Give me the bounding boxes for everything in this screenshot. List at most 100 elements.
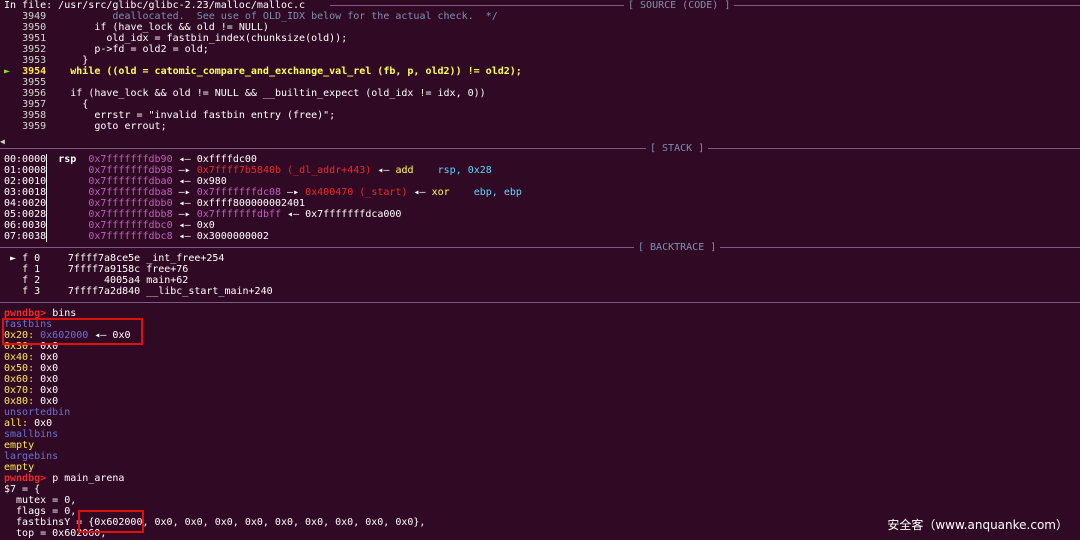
current-line-marker-icon (4, 110, 10, 121)
current-line-marker-icon: ► (4, 66, 11, 77)
stack-address: 0x7fffffffdbb0 (88, 198, 173, 209)
fastbin-row: 0x50: 0x0 (4, 363, 58, 374)
stack-offset: 07:0038 (4, 231, 47, 242)
instruction-mnemonic: add (395, 165, 414, 176)
source-line-number: 3956 (22, 88, 47, 99)
current-line-marker-icon (4, 77, 10, 88)
backtrace-frame: f 2 4005a4 main+62 (10, 275, 188, 286)
source-line-code: } (52, 55, 89, 66)
backtrace-banner-label: [ BACKTRACE ] (634, 242, 721, 253)
stack-offset: 03:0018 (4, 187, 47, 198)
watermark: 安全客（www.anquanke.com） (887, 518, 1068, 532)
current-line-marker-icon (4, 44, 10, 55)
arena-line: mutex = 0, (4, 495, 77, 506)
fastbin-size: 0x70: (4, 385, 35, 396)
source-line: 3958 errstr = "invalid fastbin entry (fr… (4, 110, 335, 121)
backtrace-frame: ► f 0 7ffff7a8ce5e _int_free+254 (10, 253, 224, 264)
frame-index: f 1 (22, 264, 41, 275)
source-line-number: 3957 (22, 99, 47, 110)
stack-offset: 06:0030 (4, 220, 47, 231)
stack-target: 0x7fffffffdbff (196, 209, 282, 220)
current-line-marker-icon (4, 55, 10, 66)
source-line-code: old_idx = fastbin_index(chunksize(old)); (52, 33, 348, 44)
frame-address: 7ffff7a8ce5e (67, 253, 141, 264)
source-line: ► 3954 while ((old = catomic_compare_and… (4, 66, 522, 77)
source-line: 3959 goto errout; (4, 121, 167, 132)
source-line: 3953 } (4, 55, 88, 66)
backtrace-frame: f 3 7ffff7a2d840 __libc_start_main+240 (10, 286, 273, 297)
source-line: 3951 old_idx = fastbin_index(chunksize(o… (4, 33, 347, 44)
frame-symbol: _int_free+254 (146, 253, 225, 264)
current-line-marker-icon (4, 88, 10, 99)
source-line-code: errstr = "invalid fastbin entry (free)"; (52, 110, 336, 121)
fastbin-value: 0x0 (40, 374, 59, 385)
stack-offset: 01:0008 (4, 165, 47, 176)
stack-row: 02:0010 0x7fffffffdba0 ◂— 0x980 (4, 176, 227, 187)
frame-index: f 3 (22, 286, 41, 297)
arena-line: flags = 0, (4, 506, 77, 517)
stack-value: ◂— 0x980 (178, 176, 227, 187)
frame-index: f 0 (22, 253, 41, 264)
stack-value: ◂— 0xffff800000002401 (178, 198, 306, 209)
stack-offset: 04:0020 (4, 198, 47, 209)
stack-row: 04:0020 0x7fffffffdbb0 ◂— 0xffff80000000… (4, 198, 305, 209)
stack-banner-rule (0, 148, 1080, 149)
source-line-number: 3950 (22, 22, 47, 33)
fastbin-row: 0x80: 0x0 (4, 396, 58, 407)
arena-line: $7 = { (4, 484, 41, 495)
frame-marker-icon (10, 264, 16, 275)
context-end-rule (0, 297, 1080, 308)
stack-row: 00:0000 rsp 0x7fffffffdb90 ◂— 0xffffdc00 (4, 154, 257, 165)
backtrace-banner: [ BACKTRACE ] (0, 242, 1080, 253)
frame-symbol: main+62 (146, 275, 189, 286)
current-line-marker-icon (4, 99, 10, 110)
source-line-number: 3953 (22, 55, 47, 66)
stack-address: 0x7fffffffdbb8 (88, 209, 173, 220)
frame-address: 7ffff7a9158c (67, 264, 141, 275)
current-line-marker-icon (4, 22, 10, 33)
stack-banner-label: [ STACK ] (646, 143, 709, 154)
frame-symbol: free+76 (146, 264, 189, 275)
stack-row: 01:0008 0x7fffffffdb98 —▸ 0x7ffff7b5840b… (4, 165, 492, 176)
stack-offset: 02:0010 (4, 176, 47, 187)
frame-address: 7ffff7a2d840 (67, 286, 141, 297)
stack-row: 06:0030 0x7fffffffdbc0 ◂— 0x0 (4, 220, 215, 231)
frame-address: 4005a4 (104, 275, 141, 286)
stack-row: 05:0028 0x7fffffffdbb8 —▸ 0x7fffffffdbff… (4, 209, 401, 220)
stack-address: 0x7fffffffdb98 (88, 165, 173, 176)
fastbin-size: 0x50: (4, 363, 35, 374)
fastbin-row: 0x70: 0x0 (4, 385, 58, 396)
source-line: 3950 if (have_lock && old != NULL) (4, 22, 269, 33)
fastbin-size: 0x40: (4, 352, 35, 363)
context-end-rule-line (0, 302, 1080, 303)
stack-row: 07:0038 0x7fffffffdbc8 ◂— 0x3000000002 (4, 231, 269, 242)
source-line-number: 3955 (22, 77, 47, 88)
frame-symbol: __libc_start_main+240 (146, 286, 273, 297)
prompt: pwndbg> (4, 473, 47, 484)
command-text: p main_arena (52, 473, 125, 484)
fastbin-value: 0x0 (40, 363, 59, 374)
source-line-code: p->fd = old2 = old; (52, 44, 209, 55)
source-line: 3955 (4, 77, 52, 88)
stack-register: rsp (58, 154, 77, 165)
source-line-number: 3952 (22, 44, 47, 55)
frame-marker-icon (10, 286, 16, 297)
instruction-mnemonic: xor (431, 187, 450, 198)
stack-value: ◂— 0x7fffffffdca000 (287, 209, 402, 220)
fastbin-value: 0x0 (40, 396, 59, 407)
source-line-code: goto errout; (52, 121, 167, 132)
fastbin-size: 0x80: (4, 396, 35, 407)
source-line-code: if (have_lock && old != NULL && __builti… (52, 88, 486, 99)
source-line-number: 3951 (22, 33, 47, 44)
source-line: 3952 p->fd = old2 = old; (4, 44, 209, 55)
largebins-label: largebins (4, 451, 59, 462)
frame-marker-icon: ► (10, 253, 17, 264)
stack-address: 0x7fffffffdba0 (88, 176, 173, 187)
source-line: 3949 deallocated. See use of OLD_IDX bel… (4, 11, 498, 22)
current-line-marker-icon (4, 11, 10, 22)
stack-address: 0x7fffffffdb90 (88, 154, 173, 165)
pointer-arrow: —▸ (178, 209, 191, 220)
pointer-arrow: —▸ (178, 187, 191, 198)
instruction-operands: ebp, ebp (473, 187, 522, 198)
stack-value: ◂— 0x3000000002 (178, 231, 269, 242)
